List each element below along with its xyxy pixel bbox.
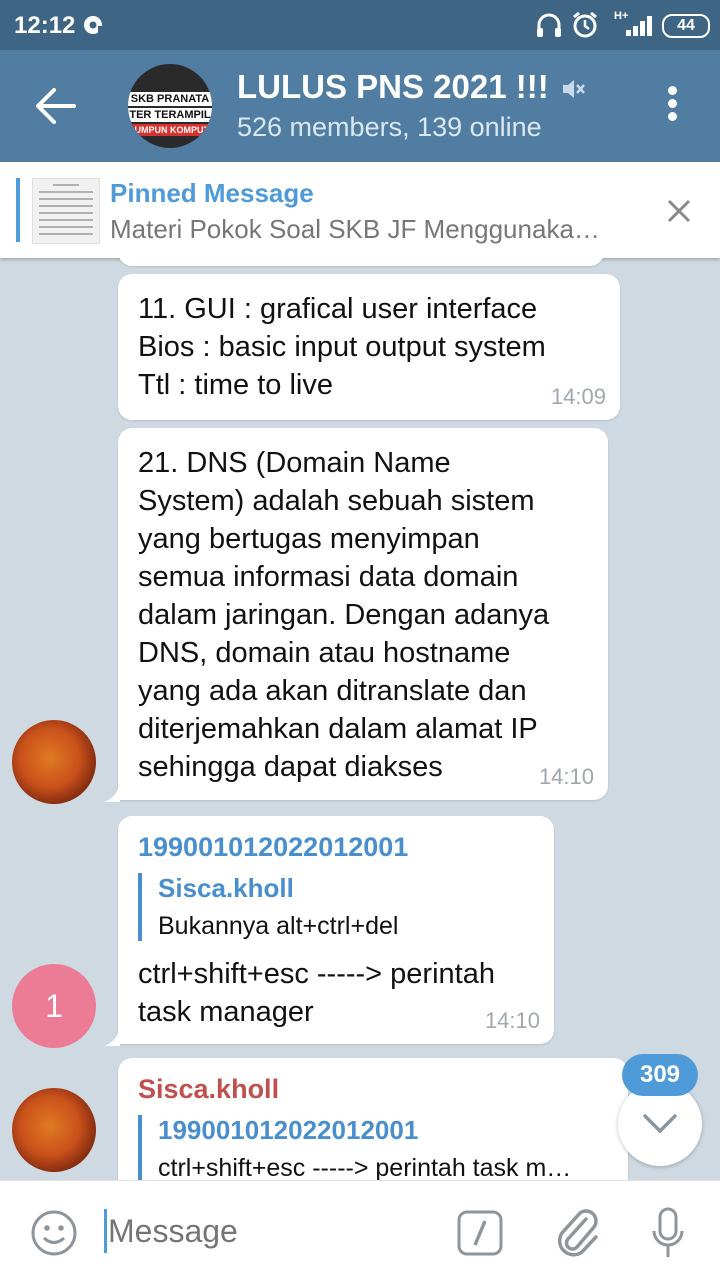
reply-text: Bukannya alt+ctrl+del [158,912,399,940]
status-bar: 12:12 H+ 44 [0,0,720,50]
reply-text: ctrl+shift+esc -----> perintah task m… [158,1154,572,1180]
message-bubble[interactable]: 199001012022012001 Sisca.kholl Bukannya … [118,816,554,1044]
sender-avatar[interactable] [12,720,96,804]
sender-avatar[interactable]: 1 [12,964,96,1048]
sender-name[interactable]: 199001012022012001 [138,832,538,863]
message-content: Sisca.kholl 199001012022012001 ctrl+shif… [138,1074,608,1180]
bot-command-icon[interactable] [456,1209,504,1257]
message-text: 21. DNS (Domain Name System) adalah sebu… [138,444,549,786]
message-text: 11. GUI : grafical user interface Bios :… [138,290,546,404]
muted-icon [563,80,585,98]
signal-icon: H+ [614,10,652,36]
pinned-title: Pinned Message [110,178,314,208]
reply-name: 199001012022012001 [158,1115,419,1145]
message-line: diterjemahkan dalam alamat IP [138,713,538,745]
message-content: 199001012022012001 Sisca.kholl Bukannya … [138,832,538,1031]
message-line: 21. DNS (Domain Name [138,447,451,479]
message-line: yang ada akan ditranslate dan [138,675,527,707]
pinned-text: Materi Pokok Soal SKB JF Menggunaka… [110,214,600,244]
chevron-down-icon [643,1114,677,1134]
bubble-tail [104,784,120,802]
bubble-tail [104,1028,120,1046]
reply-name: Sisca.kholl [158,873,294,903]
message-input[interactable] [108,1213,408,1250]
alarm-icon [573,11,597,38]
message-bubble[interactable]: 11. GUI : grafical user interface Bios :… [118,274,620,420]
group-avatar[interactable]: SKB PRANATA TER TERAMPIL RUMPUN KOMPUTER [128,64,212,148]
message-line: System) adalah sebuah sistem [138,485,535,517]
message-line: Ttl : time to live [138,369,333,401]
message-line: yang bertugas menyimpan [138,523,480,555]
message-bubble[interactable]: Sisca.kholl 199001012022012001 ctrl+shif… [118,1058,628,1180]
message-text: ctrl+shift+esc -----> perintah task mana… [138,955,538,1031]
text-cursor [104,1209,107,1253]
message-bubble[interactable]: 21. DNS (Domain Name System) adalah sebu… [118,428,608,800]
pinned-accent-bar [16,178,20,242]
headset-icon [537,13,561,37]
avatar-text-3: RUMPUN KOMPUTER [128,124,212,136]
message-line: semua informasi data domain [138,561,519,593]
message-line: ctrl+shift+esc -----> perintah [138,958,495,990]
message-time: 14:10 [484,1008,540,1033]
status-time: 12:12 [14,12,76,39]
reply-quote[interactable]: Sisca.kholl Bukannya alt+ctrl+del [138,873,538,941]
previous-message-bubble [118,258,604,266]
message-line: dalam jaringan. Dengan adanya [138,599,550,631]
reply-quote[interactable]: 199001012022012001 ctrl+shift+esc ----->… [138,1115,608,1180]
sender-avatar[interactable] [12,1088,96,1172]
microphone-icon[interactable] [650,1207,686,1261]
battery-level: 44 [677,17,695,34]
emoji-icon[interactable] [30,1209,78,1257]
close-icon[interactable] [666,198,692,224]
sync-icon [84,16,104,34]
chat-header: SKB PRANATA TER TERAMPIL RUMPUN KOMPUTER… [0,50,720,162]
more-menu-icon[interactable] [662,86,682,128]
message-line: task manager [138,996,314,1028]
message-time: 14:10 [538,764,594,789]
sender-name[interactable]: Sisca.kholl [138,1074,608,1105]
avatar-text-2: TER TERAMPIL [128,108,212,122]
battery-icon: 44 [662,14,710,38]
message-line: Bios : basic input output system [138,331,546,363]
pinned-thumbnail [32,178,100,244]
attach-icon[interactable] [552,1205,600,1259]
pinned-message[interactable]: Pinned Message Materi Pokok Soal SKB JF … [0,162,720,258]
members-count: 526 members, 139 online [237,112,542,142]
avatar-text-1: SKB PRANATA [128,92,212,106]
svg-text:H+: H+ [614,10,628,22]
message-line: sehingga dapat diakses [138,751,443,783]
message-line: 11. GUI : grafical user interface [138,293,538,325]
back-arrow-icon[interactable] [34,86,78,126]
message-line: DNS, domain atau hostname [138,637,511,669]
message-time: 14:09 [550,384,606,409]
message-list[interactable]: 11. GUI : grafical user interface Bios :… [0,258,720,1180]
unread-count-badge: 309 [622,1054,698,1096]
message-input-bar [0,1180,720,1281]
chat-title[interactable]: LULUS PNS 2021 !!! [237,68,549,106]
